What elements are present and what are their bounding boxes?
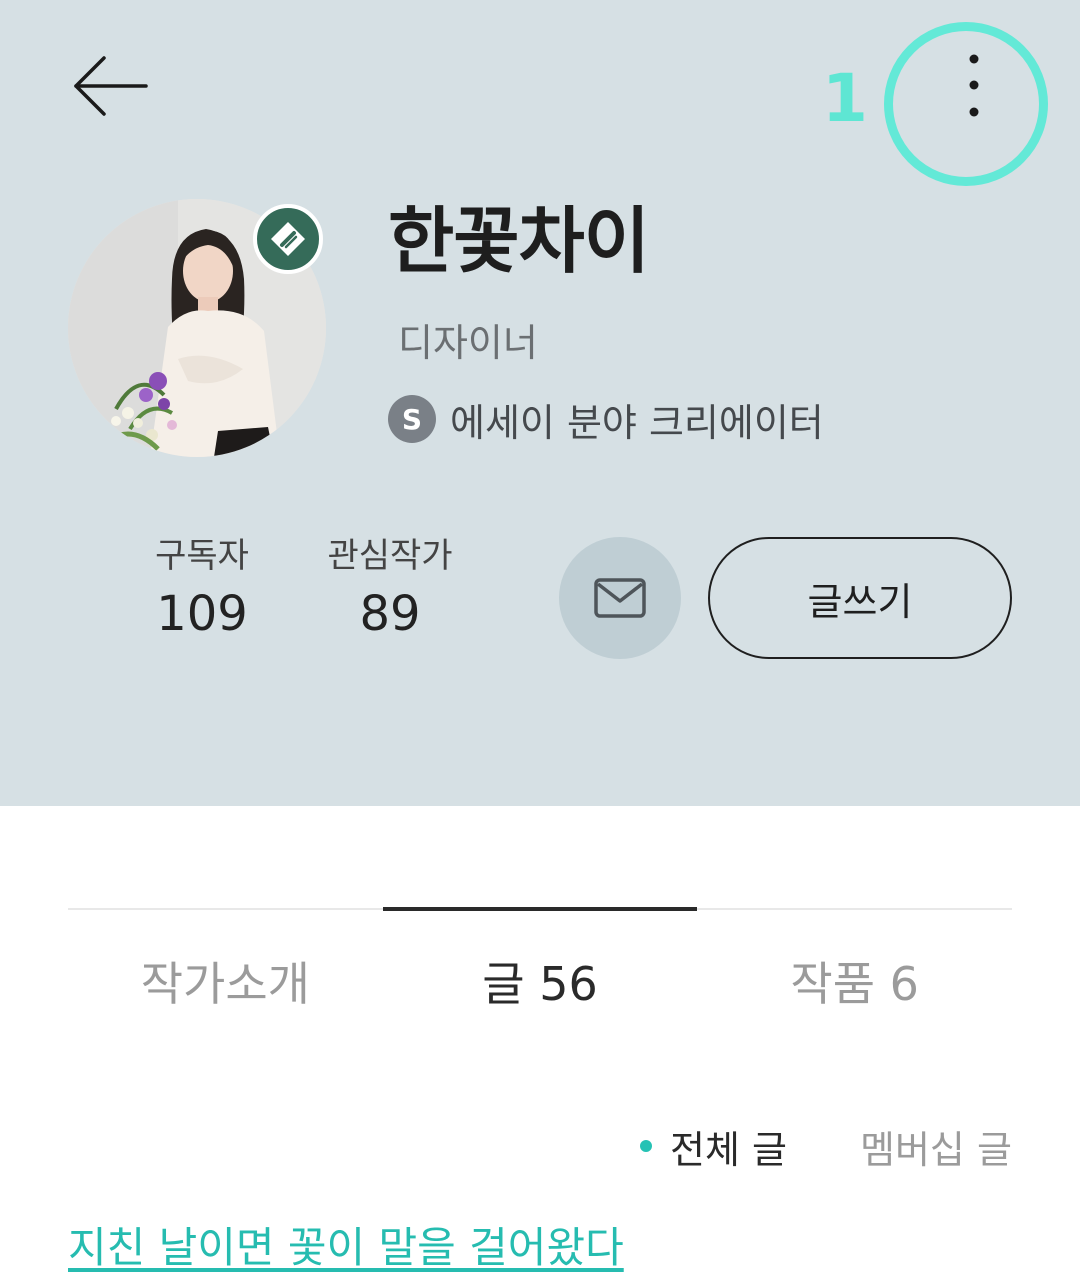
selected-dot-icon [640,1140,652,1152]
filter-all-label: 전체 글 [670,1127,787,1172]
more-vertical-icon [969,54,979,117]
post-title-link[interactable]: 지친 날이면 꽃이 말을 걸어왔다 [68,1214,624,1275]
verified-writer-badge [253,204,323,274]
more-options-button[interactable] [936,44,1012,134]
filter-membership-label: 멤버십 글 [860,1127,1012,1172]
creator-s-icon: S [388,395,436,443]
subscribers-stat[interactable]: 구독자 109 [150,536,254,645]
author-name: 한꽃차이 [388,199,650,283]
subscribers-count: 109 [156,585,248,642]
filter-membership-posts[interactable]: 멤버십 글 [860,1118,1012,1174]
arrow-left-icon [74,56,148,116]
verified-writer-badge-icon [271,222,305,256]
write-button[interactable]: 글쓰기 [708,537,1012,659]
back-button[interactable] [66,48,156,124]
annotation-step-number: 1 [822,60,868,137]
following-stat[interactable]: 관심작가 89 [322,536,458,645]
tab-author-intro[interactable]: 작가소개 [68,910,383,1038]
subscribers-label: 구독자 [155,536,249,576]
tab-works[interactable]: 작품 6 [697,910,1012,1038]
profile-tabs: 작가소개 글 56 작품 6 [68,907,1012,1038]
profile-header: 1 한꽃차이 디자이너 S 에세이 분야 크리에이터 구독자 109 관심작가 … [0,0,1080,806]
filter-all-posts[interactable]: 전체 글 [640,1118,787,1174]
envelope-icon [594,578,646,618]
creator-category-label: 에세이 분야 크리에이터 [450,400,824,445]
creator-category[interactable]: S 에세이 분야 크리에이터 [388,392,824,446]
author-role: 디자이너 [398,321,538,365]
tab-posts[interactable]: 글 56 [382,907,698,1038]
following-count: 89 [359,585,421,642]
following-label: 관심작가 [327,536,453,576]
message-button[interactable] [559,537,681,659]
